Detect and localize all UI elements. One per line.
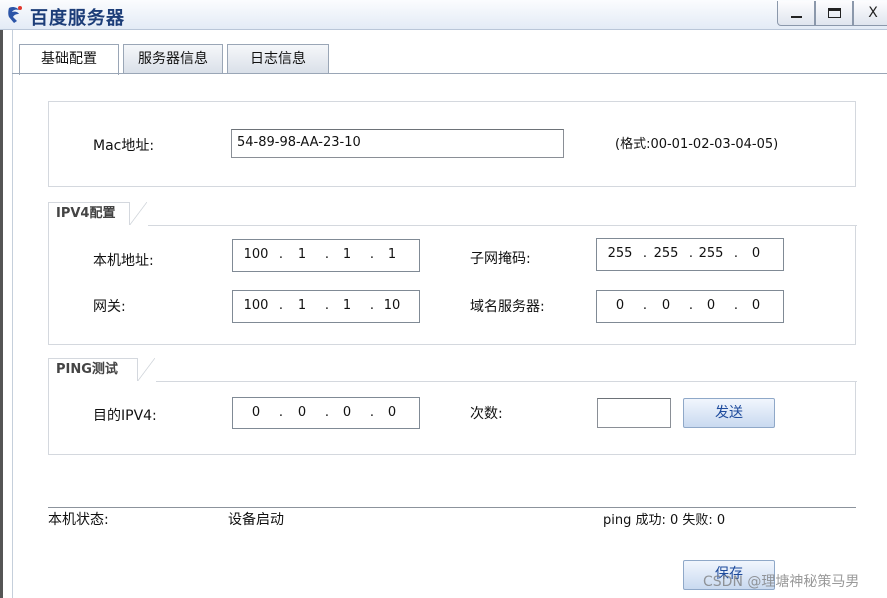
title-bar: 百度服务器 X [0, 0, 887, 30]
window-title: 百度服务器 [30, 8, 125, 29]
frame-divider [12, 30, 13, 598]
target-ip-octet-3: 0 [342, 405, 352, 420]
ping-section-title: PING测试 [48, 358, 155, 382]
status-value: 设备启动 [228, 512, 284, 528]
watermark-text: CSDN @理塘神秘策马男 [703, 574, 860, 590]
dns-server-label: 域名服务器: [470, 299, 545, 315]
ping-count-label: 次数: [470, 406, 503, 422]
tab-server-info[interactable]: 服务器信息 [123, 44, 223, 74]
mac-panel: Mac地址: 54-89-98-AA-23-10 (格式:00-01-02-03… [48, 101, 856, 187]
mac-label: Mac地址: [93, 138, 155, 154]
local-address-octet-1: 100 [243, 247, 269, 262]
local-address-octet-2: 1 [297, 247, 307, 262]
dns-server-octet-4: 0 [751, 298, 761, 313]
maximize-button[interactable] [815, 1, 853, 26]
subnet-mask-octet-4: 0 [751, 246, 761, 261]
dns-server-input[interactable]: 0 . 0 . 0 . 0 [596, 290, 784, 323]
local-address-input[interactable]: 100 . 1 . 1 . 1 [232, 239, 420, 272]
subnet-mask-input[interactable]: 255 . 255 . 255 . 0 [596, 238, 784, 271]
target-ip-octet-2: 0 [297, 405, 307, 420]
gateway-octet-3: 1 [342, 298, 352, 313]
target-ip-octet-1: 0 [251, 405, 261, 420]
minimize-button[interactable] [777, 1, 815, 26]
ping-panel: 目的IPV4: 0 . 0 . 0 . 0 次数: 发送 [48, 381, 857, 455]
status-divider [48, 507, 856, 508]
gateway-octet-1: 100 [243, 298, 269, 313]
local-address-octet-3: 1 [342, 247, 352, 262]
mac-address-value: 54-89-98-AA-23-10 [237, 135, 361, 150]
dns-server-octet-3: 0 [706, 298, 716, 313]
local-address-octet-4: 1 [387, 247, 397, 262]
mac-address-input[interactable]: 54-89-98-AA-23-10 [231, 129, 564, 158]
gateway-octet-4: 10 [383, 298, 401, 313]
minimize-icon [791, 16, 802, 18]
tab-basic-config[interactable]: 基础配置 [19, 44, 119, 75]
target-ip-input[interactable]: 0 . 0 . 0 . 0 [232, 397, 420, 429]
close-icon: X [868, 5, 878, 21]
window-edge [0, 30, 3, 598]
local-address-label: 本机地址: [93, 253, 154, 269]
subnet-mask-octet-3: 255 [698, 246, 724, 261]
baidu-logo-icon [8, 6, 22, 23]
ipv4-panel: 本机地址: 100 . 1 . 1 . 1 子网掩码: 255 . 255 . … [48, 225, 857, 345]
mac-format-hint: (格式:00-01-02-03-04-05) [615, 137, 779, 152]
tab-log-info[interactable]: 日志信息 [227, 44, 329, 74]
subnet-mask-octet-2: 255 [653, 246, 679, 261]
dns-server-octet-2: 0 [661, 298, 671, 313]
target-ip-octet-4: 0 [387, 405, 397, 420]
gateway-label: 网关: [93, 299, 126, 315]
ping-count-input[interactable] [597, 398, 671, 428]
close-button[interactable]: X [853, 1, 887, 26]
ipv4-section-title: IPV4配置 [48, 202, 147, 226]
ping-panel-top-border [156, 381, 857, 382]
target-ip-label: 目的IPV4: [93, 408, 157, 424]
gateway-octet-2: 1 [297, 298, 307, 313]
dns-server-octet-1: 0 [615, 298, 625, 313]
maximize-icon [828, 8, 841, 18]
gateway-input[interactable]: 100 . 1 . 1 . 10 [232, 290, 420, 323]
send-button[interactable]: 发送 [683, 398, 775, 428]
subnet-mask-octet-1: 255 [607, 246, 633, 261]
subnet-mask-label: 子网掩码: [470, 251, 531, 267]
ping-result-text: ping 成功: 0 失败: 0 [603, 513, 726, 528]
tab-strip-border [12, 73, 887, 74]
status-label: 本机状态: [48, 512, 109, 528]
ipv4-panel-top-border [148, 225, 857, 226]
